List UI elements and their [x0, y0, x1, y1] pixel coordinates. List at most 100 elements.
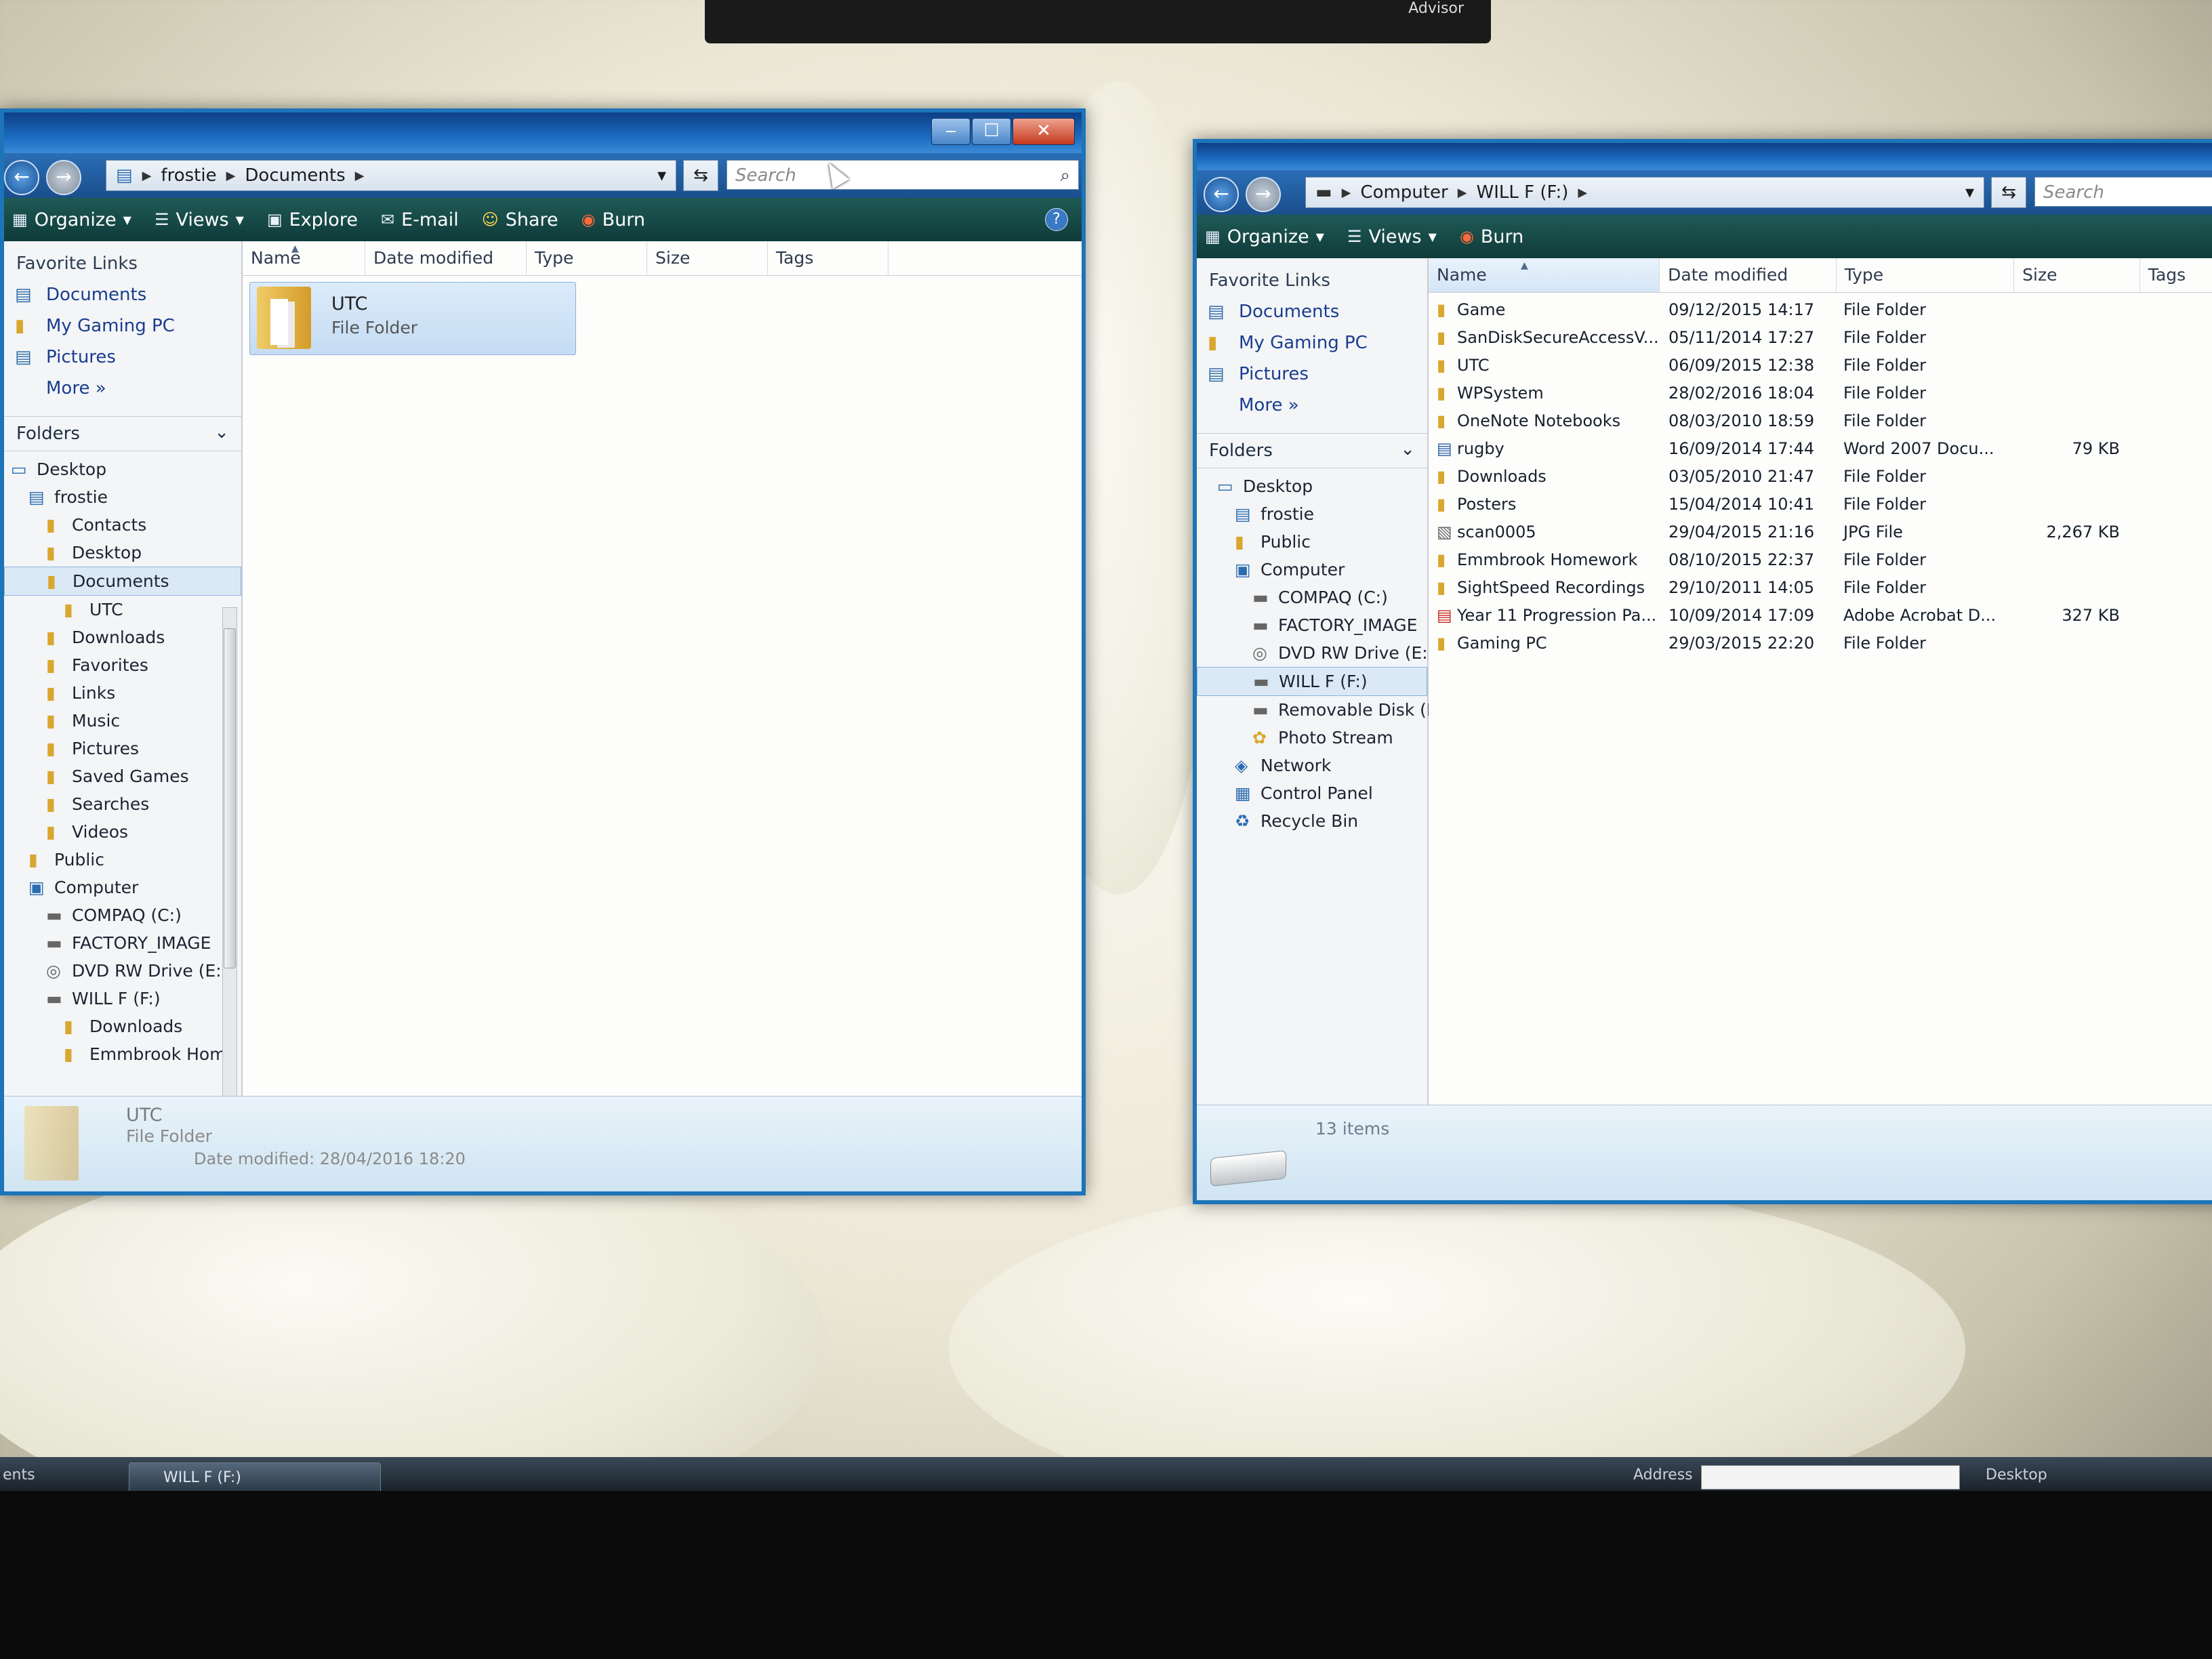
tree-item[interactable]: ▮ Contacts [4, 511, 241, 539]
column-header-tags[interactable]: Tags [2140, 258, 2212, 292]
tree-item[interactable]: ◎ DVD RW Drive (E:) [1197, 639, 1434, 667]
share-button[interactable]: ☺ Share [482, 209, 558, 230]
scrollbar-thumb[interactable] [224, 628, 236, 968]
refresh-icon[interactable]: ⇆ [1991, 177, 2026, 208]
tree-item[interactable]: ▬ COMPAQ (C:) [4, 901, 241, 929]
back-arrow-icon[interactable]: ← [4, 160, 39, 195]
search-icon[interactable]: ⌕ [1060, 161, 1070, 190]
table-row[interactable]: ▤ rugby 16/09/2014 17:44 Word 2007 Docu... 7… [1429, 434, 2212, 462]
taskbar-address-input[interactable] [1701, 1465, 1960, 1490]
organize-button[interactable]: ▦ Organize ▼ [12, 209, 131, 230]
tree-item[interactable]: ▮ Public [1197, 528, 1427, 556]
search-input[interactable]: Search ⌕ [726, 160, 1079, 190]
minimize-icon[interactable]: ‒ [931, 118, 970, 145]
tree-item[interactable]: ♻ Recycle Bin [1197, 807, 1427, 835]
favorite-link-pictures[interactable]: ▤ Pictures [4, 342, 241, 373]
tree-item[interactable]: ▮ Pictures [4, 735, 241, 762]
tree-item[interactable]: ▭ Desktop [1197, 472, 1427, 500]
tree-item[interactable]: ▭ Desktop [4, 455, 241, 483]
tree-item[interactable]: ▮ Public [4, 846, 241, 874]
folders-toggle[interactable]: Folders ⌄ [1197, 433, 1427, 468]
tree-item[interactable]: ▮ Videos [4, 818, 241, 846]
burn-button[interactable]: ◉ Burn [1460, 226, 1523, 247]
tree-item[interactable]: ✿ Photo Stream [1197, 724, 1427, 752]
maximize-icon[interactable]: ☐ [972, 118, 1011, 145]
table-row[interactable]: ▮ UTC 06/09/2015 12:38 File Folder [1429, 351, 2212, 379]
tree-item[interactable]: ▮ Downloads [4, 623, 241, 651]
column-header-type[interactable]: Type [1837, 258, 2015, 292]
email-button[interactable]: ✉ E-mail [381, 209, 459, 230]
folders-toggle[interactable]: Folders ⌄ [4, 416, 241, 451]
favorite-link-documents[interactable]: ▤ Documents [1197, 296, 1427, 327]
table-row[interactable]: ▮ Posters 15/04/2014 10:41 File Folder [1429, 490, 2212, 518]
table-row[interactable]: ▮ Game 09/12/2015 14:17 File Folder [1429, 295, 2212, 323]
tree-item[interactable]: ▬ FACTORY_IMAGE [1197, 611, 1427, 639]
tree-item[interactable]: ▬ FACTORY_IMAGE [4, 929, 241, 957]
forward-arrow-icon[interactable]: → [1246, 177, 1281, 212]
tree-item[interactable]: ▮ Favorites [4, 651, 241, 679]
tree-item[interactable]: ▮ Saved Games [4, 762, 241, 790]
column-header-tags[interactable]: Tags [768, 241, 888, 275]
tree-item[interactable]: ▮ Downloads [4, 1012, 241, 1040]
title-bar[interactable] [1197, 143, 2212, 170]
tree-item[interactable]: ▣ Computer [4, 874, 241, 901]
table-row[interactable]: ▮ OneNote Notebooks 08/03/2010 18:59 File F… [1429, 407, 2212, 434]
breadcrumb-item[interactable]: Computer [1360, 182, 1448, 203]
tree-item[interactable]: ▮ Documents [4, 567, 241, 596]
search-input[interactable]: Search [2034, 177, 2212, 207]
tree-item[interactable]: ▦ Control Panel [1197, 779, 1427, 807]
chevron-down-icon[interactable]: ▾ [657, 165, 666, 186]
column-header-size[interactable]: Size [647, 241, 768, 275]
close-icon[interactable]: ✕ [1012, 118, 1075, 145]
tree-item[interactable]: ▮ UTC [4, 596, 241, 623]
table-row[interactable]: ▮ SanDiskSecureAccessV... 05/11/2014 17:27… [1429, 323, 2212, 351]
tree-item[interactable]: ▤ frostie [1197, 500, 1427, 528]
favorite-link-pictures[interactable]: ▤ Pictures [1197, 359, 1427, 390]
column-header-name[interactable]: ▲ Name [243, 241, 365, 275]
help-icon[interactable]: ? [1045, 208, 1068, 231]
tree-item[interactable]: ▮ Music [4, 707, 241, 735]
tree-item[interactable]: ▮ Desktop [4, 539, 241, 567]
favorite-link-my-gaming-pc[interactable]: ▮ My Gaming PC [4, 310, 241, 342]
views-button[interactable]: ☰ Views ▼ [155, 209, 244, 230]
tree-item[interactable]: ◎ DVD RW Drive (E:) [4, 957, 241, 985]
tree-item[interactable]: ▮ Searches [4, 790, 241, 818]
refresh-icon[interactable]: ⇆ [683, 160, 718, 191]
taskbar-item-label[interactable]: ents [3, 1467, 35, 1483]
tree-item[interactable]: ▬ WILL F (F:) [4, 985, 241, 1012]
table-row[interactable]: ▮ WPSystem 28/02/2016 18:04 File Folder [1429, 379, 2212, 407]
chevron-down-icon[interactable]: ▾ [1965, 182, 1974, 203]
tree-item[interactable]: ◈ Network [1197, 752, 1427, 779]
table-row[interactable]: ▮ Emmbrook Homework 08/10/2015 22:37 File F… [1429, 546, 2212, 573]
breadcrumb-item[interactable]: WILL F (F:) [1477, 182, 1569, 203]
views-button[interactable]: ☰ Views ▼ [1347, 226, 1437, 247]
address-bar[interactable]: ▤ ▶ frostie ▶ Documents ▶ ▾ [106, 160, 676, 191]
column-header-type[interactable]: Type [527, 241, 647, 275]
table-row[interactable]: ▧ scan0005 29/04/2015 21:16 JPG File 2,267 K… [1429, 518, 2212, 546]
column-header-date[interactable]: Date modified [1660, 258, 1837, 292]
column-header-size[interactable]: Size [2014, 258, 2140, 292]
tree-item[interactable]: ▬ WILL F (F:) [1197, 667, 1427, 696]
folder-tile-utc[interactable]: UTC File Folder [249, 282, 576, 355]
breadcrumb-item[interactable]: Documents [245, 165, 345, 186]
desktop-toolbar-label[interactable]: Desktop [1986, 1467, 2047, 1483]
table-row[interactable]: ▮ Downloads 03/05/2010 21:47 File Folder [1429, 462, 2212, 490]
explore-button[interactable]: ▣ Explore [267, 209, 358, 230]
column-header-name[interactable]: ▲ Name [1429, 258, 1660, 292]
column-header-date[interactable]: Date modified [365, 241, 527, 275]
favorite-link-my-gaming-pc[interactable]: ▮ My Gaming PC [1197, 327, 1427, 359]
favorite-link-documents[interactable]: ▤ Documents [4, 279, 241, 310]
forward-arrow-icon[interactable]: → [46, 160, 81, 195]
back-arrow-icon[interactable]: ← [1204, 177, 1239, 212]
breadcrumb-item[interactable]: frostie [161, 165, 216, 186]
taskbar-button-will-f[interactable]: WILL F (F:) [129, 1462, 381, 1494]
more-links[interactable]: More » [1197, 390, 1427, 421]
address-bar[interactable]: ▬ ▶ Computer ▶ WILL F (F:) ▶ ▾ [1305, 177, 1984, 208]
table-row[interactable]: ▮ SightSpeed Recordings 29/10/2011 14:05 Fi… [1429, 573, 2212, 601]
title-bar[interactable]: ‒ ☐ ✕ [4, 112, 1082, 153]
more-links[interactable]: More » [4, 373, 241, 404]
tree-item[interactable]: ▬ COMPAQ (C:) [1197, 583, 1427, 611]
tree-item[interactable]: ▣ Computer [1197, 556, 1427, 583]
tree-item[interactable]: ▮ Emmbrook Hom [4, 1040, 241, 1068]
tree-item[interactable]: ▬ Removable Disk (I [1197, 696, 1431, 724]
